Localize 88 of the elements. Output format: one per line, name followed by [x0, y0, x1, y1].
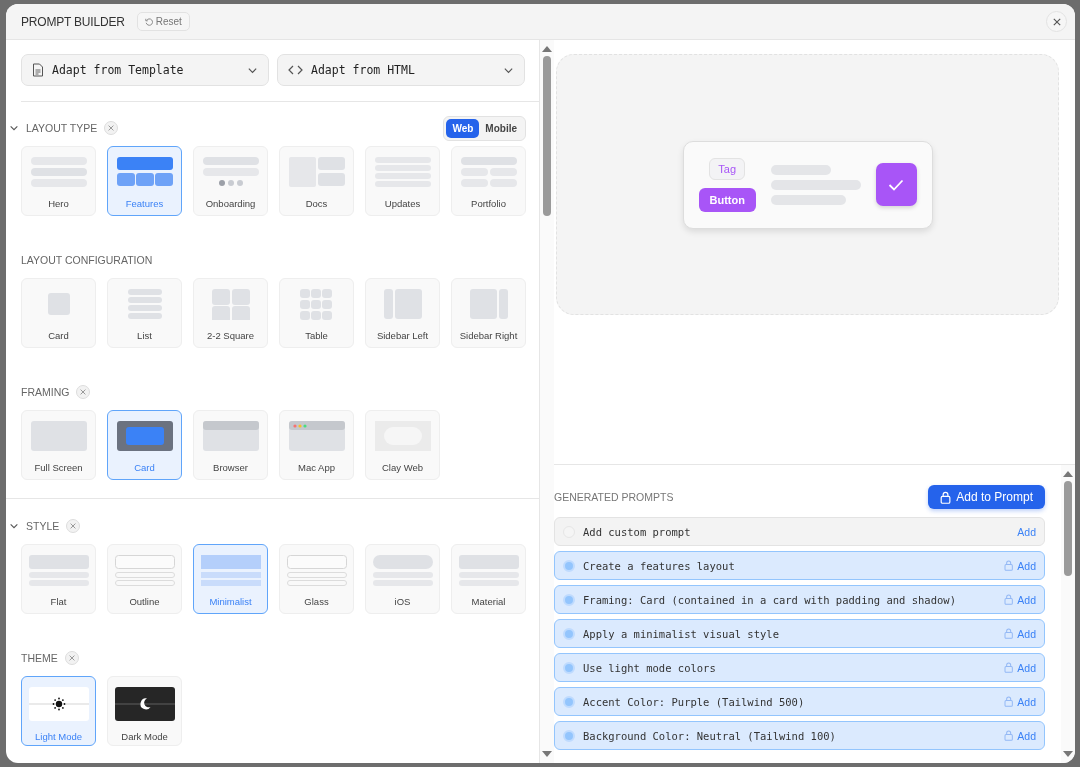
prompt-row[interactable]: Apply a minimalist visual style Add — [554, 619, 1045, 648]
reset-icon — [144, 17, 153, 26]
lock-icon — [1003, 560, 1014, 571]
option-tile[interactable]: Full Screen — [21, 410, 96, 480]
section-title: LAYOUT TYPE — [26, 122, 98, 134]
prompt-text: Accent Color: Purple (Tailwind 500) — [583, 695, 806, 708]
prompt-row[interactable]: Background Color: Neutral (Tailwind 100) Add — [554, 721, 1045, 750]
lock-icon — [1003, 628, 1014, 639]
preview-tag: Tag — [709, 157, 746, 180]
option-tile[interactable]: Flat — [21, 544, 96, 614]
prompt-row[interactable]: Accent Color: Purple (Tailwind 500) Add — [554, 687, 1045, 716]
option-tile[interactable]: Updates — [365, 146, 440, 216]
status-dot — [563, 661, 575, 674]
window-title: PROMPT BUILDER — [21, 14, 125, 29]
chevron-icon[interactable] — [9, 123, 19, 133]
clear-button[interactable] — [66, 519, 81, 533]
status-dot — [563, 695, 575, 708]
light-thumbnail-icon — [26, 687, 91, 721]
prompt-text: Use light mode colors — [583, 661, 717, 674]
ios-thumbnail-icon — [370, 555, 435, 586]
prompt-text: Apply a minimalist visual style — [583, 627, 780, 640]
status-dot — [563, 593, 575, 606]
status-dot — [563, 627, 575, 640]
code-icon — [288, 64, 303, 76]
reset-button[interactable]: Reset — [136, 12, 190, 31]
chevron-icon[interactable] — [9, 521, 19, 531]
platform-tab[interactable]: Web — [446, 118, 480, 138]
lock-icon — [1003, 594, 1014, 605]
option-tile[interactable]: Card — [21, 278, 96, 348]
close-icon — [70, 523, 77, 529]
option-tile[interactable]: Docs — [279, 146, 354, 216]
prompt-text: Add custom prompt — [583, 525, 692, 538]
dark-thumbnail-icon — [112, 687, 177, 721]
option-tile[interactable]: Mac App — [279, 410, 354, 480]
clear-button[interactable] — [104, 121, 119, 135]
lock-icon — [940, 490, 952, 504]
source-dropdown[interactable]: Adapt from Template — [21, 54, 269, 86]
status-dot — [563, 559, 575, 572]
lock-icon — [1003, 696, 1014, 707]
glass-thumbnail-icon — [284, 555, 349, 586]
option-tile[interactable]: Outline — [107, 544, 182, 614]
option-tile[interactable]: Material — [451, 544, 526, 614]
close-icon — [108, 125, 115, 131]
check-icon — [888, 178, 905, 191]
outline-thumbnail-icon — [112, 555, 177, 586]
platform-tab[interactable]: Mobile — [479, 118, 523, 138]
option-tile[interactable]: List — [107, 278, 182, 348]
option-tile[interactable]: Hero — [21, 146, 96, 216]
source-dropdown[interactable]: Adapt from HTML — [277, 54, 525, 86]
lock-icon — [1003, 662, 1014, 673]
section-title: FRAMING — [21, 386, 70, 398]
option-tile[interactable]: Onboarding — [193, 146, 268, 216]
clear-button[interactable] — [64, 651, 79, 665]
section-title: LAYOUT CONFIGURATION — [21, 254, 153, 266]
flat-thumbnail-icon — [26, 555, 91, 586]
option-tile[interactable]: Clay Web — [365, 410, 440, 480]
option-tile[interactable]: Sidebar Left — [365, 278, 440, 348]
section-title: GENERATED PROMPTS — [554, 491, 674, 503]
minimalist-thumbnail-icon — [198, 555, 263, 586]
clear-button[interactable] — [76, 385, 91, 399]
prompt-row[interactable]: Create a features layout Add — [554, 551, 1045, 580]
close-button[interactable] — [1046, 11, 1067, 32]
scrollbar[interactable] — [540, 40, 554, 763]
document-icon — [32, 63, 44, 77]
option-tile[interactable]: Portfolio — [451, 146, 526, 216]
prompt-text: Background Color: Neutral (Tailwind 100) — [583, 729, 837, 742]
section-title: THEME — [21, 652, 58, 664]
status-dot — [563, 729, 575, 742]
lock-icon — [1003, 730, 1014, 741]
add-to-prompt-button[interactable]: Add to Prompt — [928, 485, 1045, 509]
prompt-text: Create a features layout — [583, 559, 736, 572]
prompt-row[interactable]: Add custom prompt Add — [554, 517, 1045, 546]
close-icon — [68, 655, 75, 661]
section-title: STYLE — [26, 520, 60, 532]
prompt-text: Framing: Card (contained in a card with padding and shadow) — [583, 593, 957, 606]
close-icon — [1052, 17, 1061, 26]
option-tile[interactable]: Dark Mode — [107, 676, 182, 746]
option-tile[interactable]: iOS — [365, 544, 440, 614]
material-thumbnail-icon — [456, 555, 521, 586]
option-tile[interactable]: Glass — [279, 544, 354, 614]
scrollbar[interactable] — [1061, 465, 1075, 763]
option-tile[interactable]: 2-2 Square — [193, 278, 268, 348]
option-tile[interactable]: Table — [279, 278, 354, 348]
option-tile[interactable]: Browser — [193, 410, 268, 480]
close-icon — [80, 389, 87, 395]
prompt-row[interactable]: Use light mode colors Add — [554, 653, 1045, 682]
option-tile[interactable]: Sidebar Right — [451, 278, 526, 348]
prompt-row[interactable]: Framing: Card (contained in a card with padding and shadow) Add — [554, 585, 1045, 614]
